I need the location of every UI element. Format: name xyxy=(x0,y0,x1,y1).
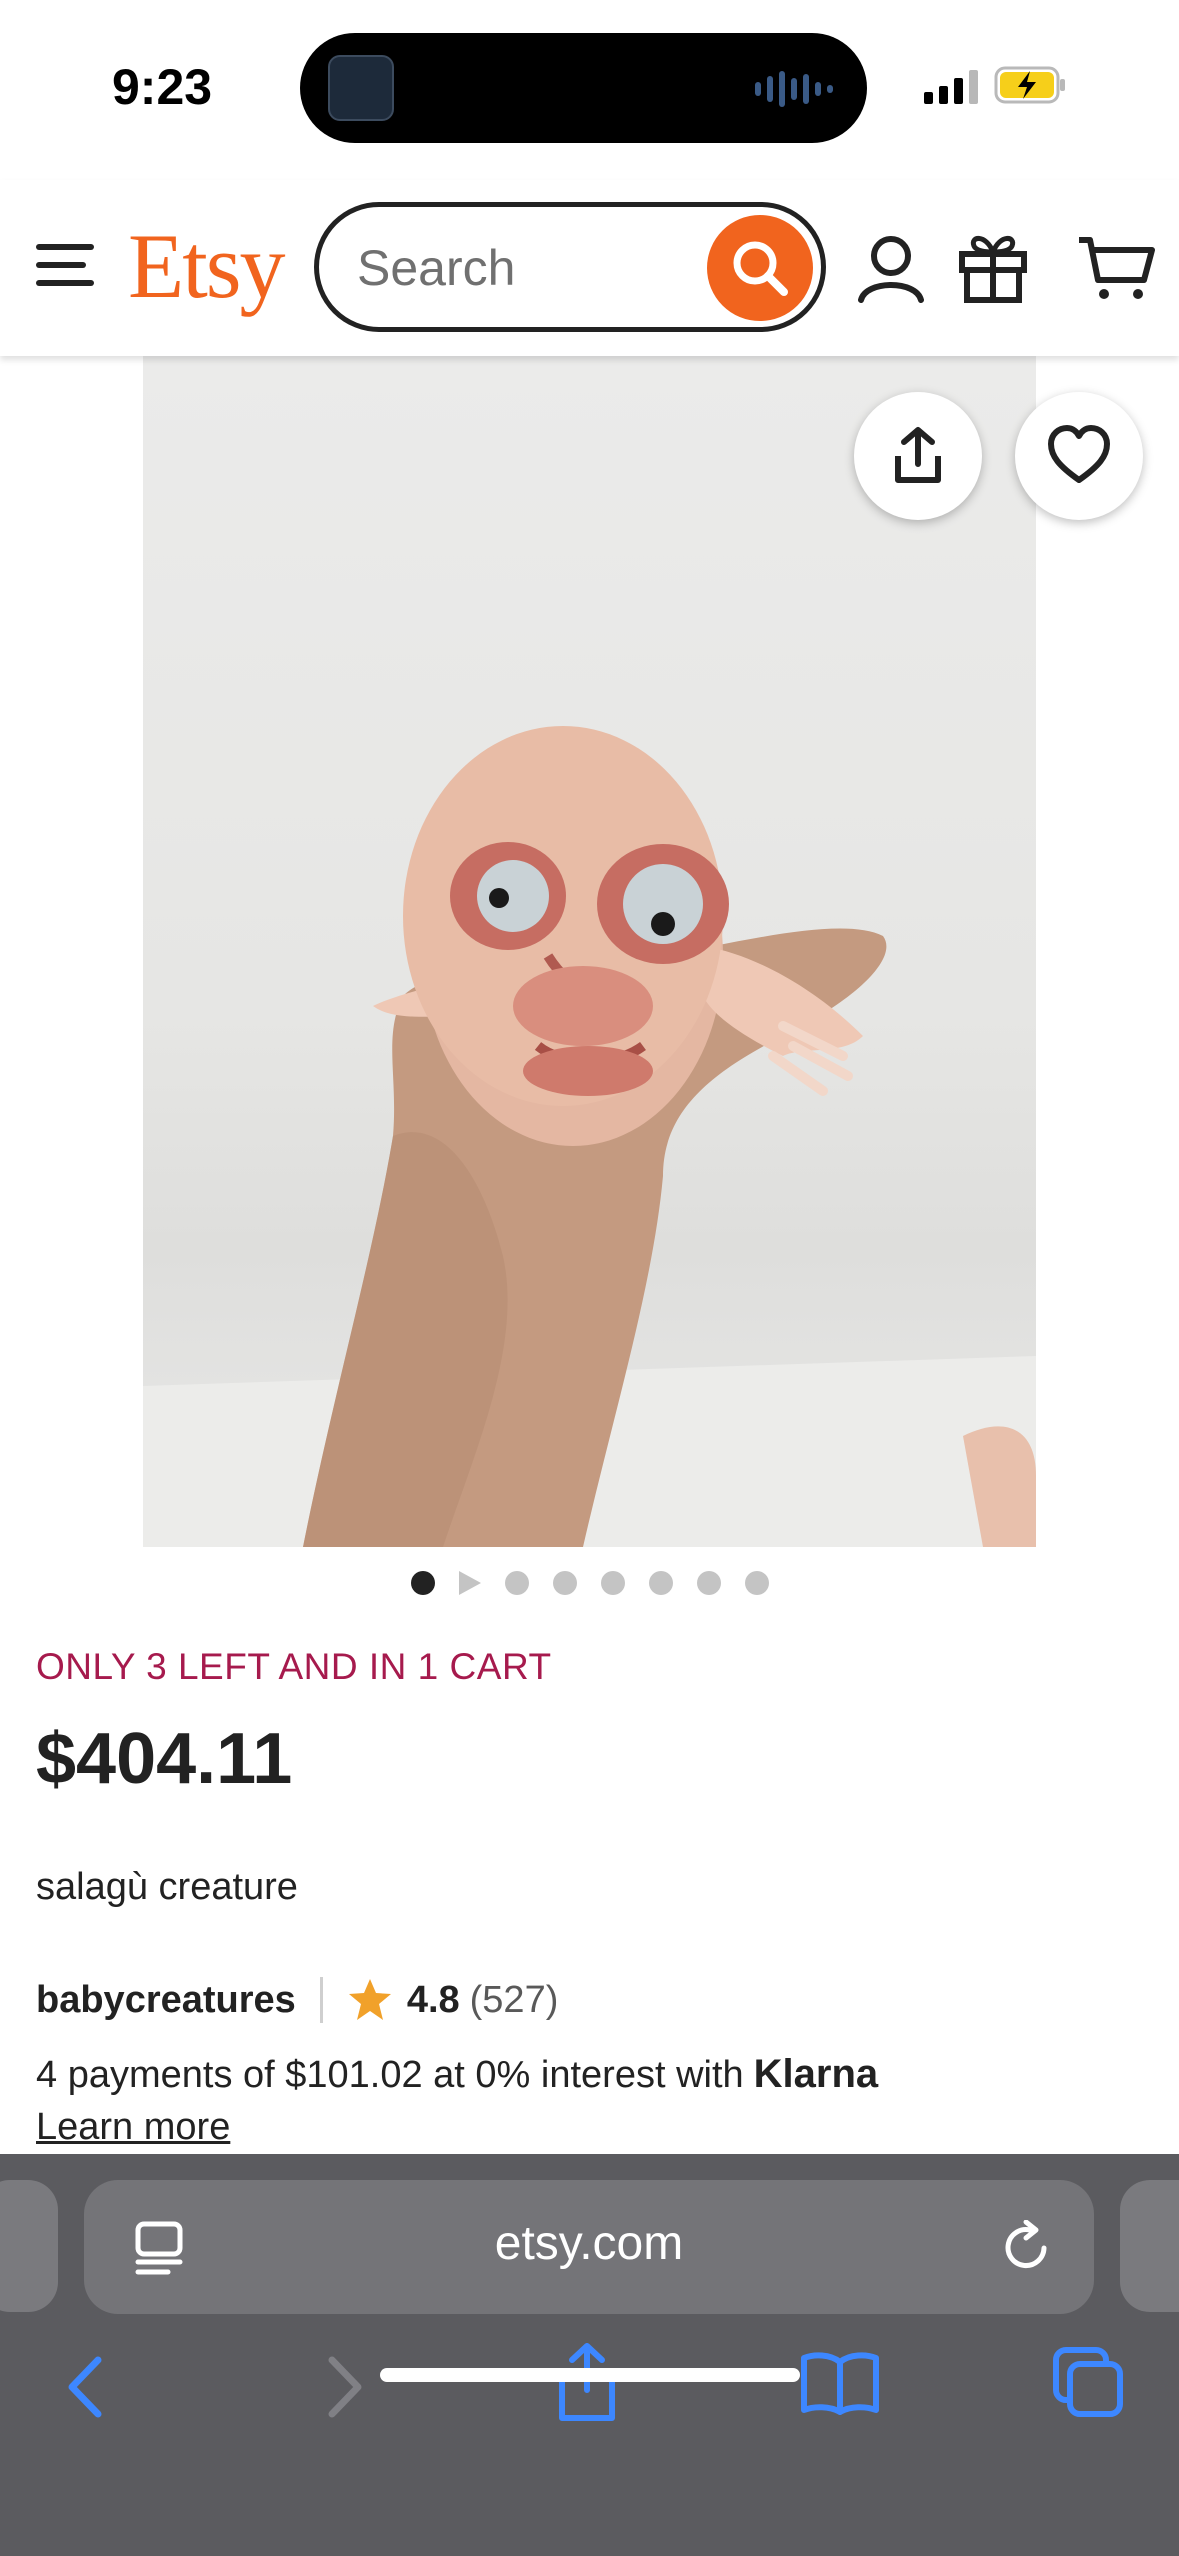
home-indicator[interactable] xyxy=(380,2368,800,2382)
address-bar[interactable]: etsy.com xyxy=(84,2180,1094,2314)
shop-rating[interactable]: 4.8 xyxy=(407,1979,460,2022)
search-icon xyxy=(733,241,788,296)
previous-tab-peek[interactable] xyxy=(0,2180,58,2312)
battery-charging-icon xyxy=(994,66,1065,104)
carousel-dot[interactable] xyxy=(648,1571,673,1595)
product-price: $404.11 xyxy=(36,1719,293,1799)
url-text[interactable]: etsy.com xyxy=(84,2216,1094,2271)
back-icon[interactable] xyxy=(62,2354,112,2420)
heart-icon xyxy=(1048,425,1110,483)
menu-icon[interactable] xyxy=(36,242,94,288)
product-photo[interactable] xyxy=(143,356,1036,1547)
carousel-dot[interactable] xyxy=(600,1571,625,1595)
video-slide-play-icon[interactable] xyxy=(458,1571,481,1595)
carousel-indicator[interactable] xyxy=(0,1568,1179,1598)
bookmarks-icon[interactable] xyxy=(800,2350,880,2416)
browser-toolbar xyxy=(0,2334,1179,2454)
share-icon[interactable] xyxy=(554,2342,620,2422)
klarna-logo: Klarna xyxy=(753,2052,879,2096)
carousel-dot[interactable] xyxy=(744,1571,769,1595)
shop-info: babycreatures 4.8 (527) xyxy=(36,1972,558,2028)
site-header: Etsy xyxy=(0,180,1179,356)
browser-bottom-bar: etsy.com xyxy=(0,2154,1179,2556)
tabs-icon[interactable] xyxy=(1052,2346,1124,2418)
cart-icon[interactable] xyxy=(1076,234,1156,304)
forward-icon[interactable] xyxy=(318,2354,368,2420)
carousel-dot[interactable] xyxy=(410,1571,435,1595)
installment-text: 4 payments of $101.02 at 0% interest wit… xyxy=(36,2054,744,2096)
shop-name-link[interactable]: babycreatures xyxy=(36,1979,296,2022)
share-icon xyxy=(895,427,941,483)
star-icon xyxy=(348,1979,391,2020)
product-title: salagù creature xyxy=(36,1866,298,1908)
review-count[interactable]: (527) xyxy=(470,1979,559,2022)
carousel-dot[interactable] xyxy=(696,1571,721,1595)
carousel-dot[interactable] xyxy=(552,1571,577,1595)
dynamic-island[interactable] xyxy=(300,33,867,143)
creature-in-hand-photo xyxy=(143,726,1036,1547)
gift-icon[interactable] xyxy=(958,230,1028,304)
learn-more-link[interactable]: Learn more xyxy=(36,2106,230,2149)
cellular-signal-icon xyxy=(924,68,978,104)
now-playing-thumbnail xyxy=(328,55,394,121)
search-bar[interactable] xyxy=(314,202,826,332)
reload-icon[interactable] xyxy=(1000,2220,1054,2274)
product-image-carousel[interactable] xyxy=(0,356,1179,1547)
status-time: 9:23 xyxy=(112,59,213,115)
etsy-logo[interactable]: Etsy xyxy=(128,216,286,316)
carousel-dot[interactable] xyxy=(504,1571,529,1595)
divider xyxy=(319,1977,323,2023)
next-tab-peek[interactable] xyxy=(1120,2180,1179,2312)
search-input[interactable] xyxy=(355,237,685,299)
status-bar: 9:23 xyxy=(0,0,1179,180)
share-button[interactable] xyxy=(854,392,982,520)
stock-notice: ONLY 3 LEFT AND IN 1 CART xyxy=(36,1646,552,1687)
audio-wave-icon xyxy=(755,69,833,109)
installment-offer: 4 payments of $101.02 at 0% interest wit… xyxy=(36,2052,878,2097)
favorite-button[interactable] xyxy=(1015,392,1143,520)
account-icon[interactable] xyxy=(856,234,926,304)
search-button[interactable] xyxy=(707,215,813,321)
